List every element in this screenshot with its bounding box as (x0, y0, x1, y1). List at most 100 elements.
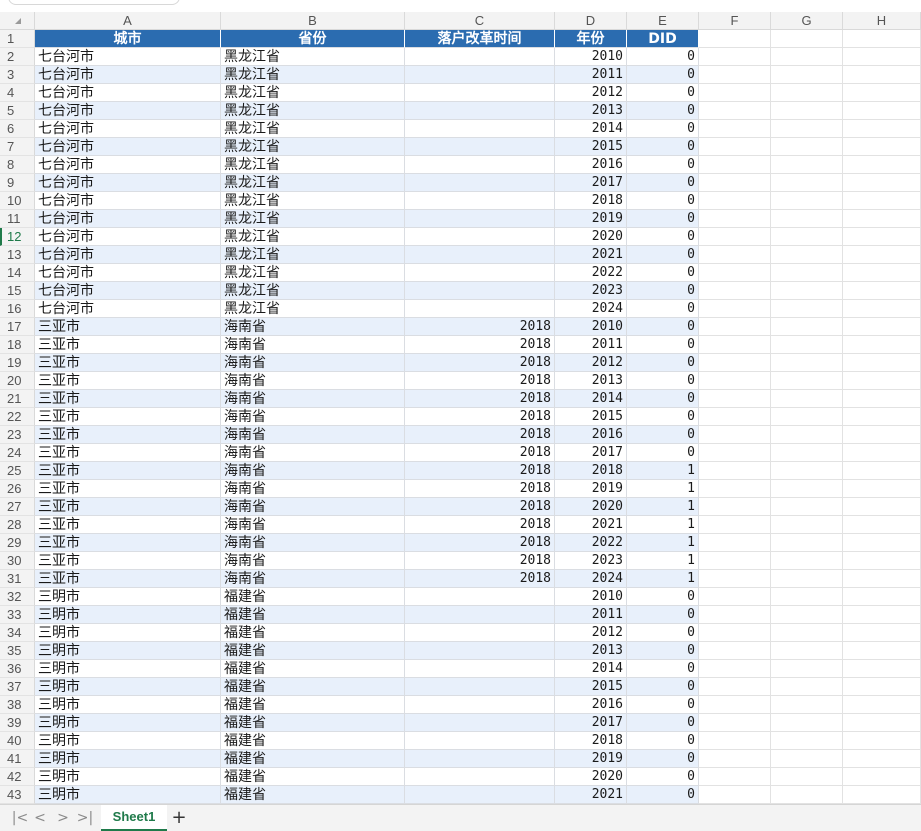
cell-did[interactable]: 0 (627, 444, 699, 462)
empty-cell[interactable] (843, 660, 921, 678)
cell-year[interactable]: 2022 (555, 534, 627, 552)
cell-prov[interactable]: 福建省 (221, 750, 405, 768)
cell-reform[interactable] (405, 66, 555, 84)
cell-prov[interactable]: 海南省 (221, 444, 405, 462)
empty-cell[interactable] (699, 498, 771, 516)
cell-year[interactable]: 2019 (555, 750, 627, 768)
select-all-corner[interactable] (0, 12, 35, 30)
cell-prov[interactable]: 黑龙江省 (221, 66, 405, 84)
empty-cell[interactable] (843, 444, 921, 462)
column-header-a[interactable]: A (35, 12, 221, 30)
row-header-19[interactable]: 19 (0, 354, 35, 372)
empty-cell[interactable] (699, 84, 771, 102)
cell-did[interactable]: 1 (627, 570, 699, 588)
cell-prov[interactable]: 福建省 (221, 786, 405, 804)
cell-did[interactable]: 0 (627, 732, 699, 750)
cell-city[interactable]: 三明市 (35, 768, 221, 786)
row-header-25[interactable]: 25 (0, 462, 35, 480)
cell-reform[interactable]: 2018 (405, 570, 555, 588)
cell-city[interactable]: 三亚市 (35, 318, 221, 336)
cell-city[interactable]: 七台河市 (35, 174, 221, 192)
cell-city[interactable]: 三明市 (35, 588, 221, 606)
first-sheet-nav-button[interactable]: |< (11, 809, 29, 827)
cell-did[interactable]: 0 (627, 318, 699, 336)
cell-reform[interactable] (405, 642, 555, 660)
cell-city[interactable]: 三亚市 (35, 534, 221, 552)
cell-year[interactable]: 2018 (555, 732, 627, 750)
row-header-23[interactable]: 23 (0, 426, 35, 444)
cell-reform[interactable]: 2018 (405, 444, 555, 462)
cell-year[interactable]: 2020 (555, 228, 627, 246)
row-header-10[interactable]: 10 (0, 192, 35, 210)
empty-cell[interactable] (843, 696, 921, 714)
row-header-21[interactable]: 21 (0, 390, 35, 408)
cell-did[interactable]: 0 (627, 786, 699, 804)
empty-cell[interactable] (771, 714, 843, 732)
empty-cell[interactable] (699, 786, 771, 804)
empty-cell[interactable] (771, 678, 843, 696)
cell-prov[interactable]: 黑龙江省 (221, 246, 405, 264)
cell-city[interactable]: 三明市 (35, 750, 221, 768)
cell-did[interactable]: 0 (627, 246, 699, 264)
cell-reform[interactable] (405, 282, 555, 300)
cell-prov[interactable]: 海南省 (221, 462, 405, 480)
cell-did[interactable]: 0 (627, 228, 699, 246)
cell-did[interactable]: 0 (627, 210, 699, 228)
cell-did[interactable]: 0 (627, 174, 699, 192)
empty-cell[interactable] (699, 174, 771, 192)
empty-cell[interactable] (771, 354, 843, 372)
cell-did[interactable]: 0 (627, 354, 699, 372)
cell-prov[interactable]: 黑龙江省 (221, 264, 405, 282)
cell-reform[interactable]: 2018 (405, 318, 555, 336)
cell-reform[interactable] (405, 678, 555, 696)
empty-cell[interactable] (843, 372, 921, 390)
cell-prov[interactable]: 黑龙江省 (221, 192, 405, 210)
cell-prov[interactable]: 福建省 (221, 606, 405, 624)
cell-city[interactable]: 七台河市 (35, 210, 221, 228)
empty-cell[interactable] (771, 300, 843, 318)
row-header-2[interactable]: 2 (0, 48, 35, 66)
cell-did[interactable]: 0 (627, 48, 699, 66)
cell-prov[interactable]: 福建省 (221, 732, 405, 750)
empty-cell[interactable] (699, 372, 771, 390)
cell-reform[interactable] (405, 732, 555, 750)
cell-did[interactable]: 0 (627, 426, 699, 444)
row-header-12[interactable]: 12 (0, 228, 35, 246)
empty-cell[interactable] (843, 282, 921, 300)
cell-prov[interactable]: 海南省 (221, 516, 405, 534)
cell-did[interactable]: 0 (627, 768, 699, 786)
cell-did[interactable]: 1 (627, 480, 699, 498)
empty-cell[interactable] (843, 588, 921, 606)
empty-cell[interactable] (843, 426, 921, 444)
empty-cell[interactable] (699, 552, 771, 570)
empty-cell[interactable] (843, 390, 921, 408)
empty-cell[interactable] (843, 264, 921, 282)
cell-did[interactable]: 0 (627, 336, 699, 354)
cell-year[interactable]: 2023 (555, 552, 627, 570)
column-header-h[interactable]: H (843, 12, 921, 30)
cell-reform[interactable]: 2018 (405, 480, 555, 498)
empty-cell[interactable] (771, 372, 843, 390)
empty-cell[interactable] (771, 750, 843, 768)
cell-prov[interactable]: 海南省 (221, 426, 405, 444)
column-header-g[interactable]: G (771, 12, 843, 30)
cell-city[interactable]: 三明市 (35, 606, 221, 624)
empty-cell[interactable] (843, 480, 921, 498)
cell-did[interactable]: 0 (627, 660, 699, 678)
cell-did[interactable]: 0 (627, 750, 699, 768)
empty-cell[interactable] (771, 228, 843, 246)
cell-reform[interactable] (405, 192, 555, 210)
empty-cell[interactable] (843, 120, 921, 138)
row-header-38[interactable]: 38 (0, 696, 35, 714)
cell-prov[interactable]: 黑龙江省 (221, 102, 405, 120)
empty-cell[interactable] (771, 660, 843, 678)
empty-cell[interactable] (843, 336, 921, 354)
row-header-33[interactable]: 33 (0, 606, 35, 624)
empty-cell[interactable] (843, 624, 921, 642)
empty-cell[interactable] (843, 30, 921, 48)
cell-year[interactable]: 2013 (555, 372, 627, 390)
cell-reform[interactable] (405, 786, 555, 804)
cell-prov[interactable]: 福建省 (221, 678, 405, 696)
empty-cell[interactable] (699, 228, 771, 246)
empty-cell[interactable] (699, 192, 771, 210)
